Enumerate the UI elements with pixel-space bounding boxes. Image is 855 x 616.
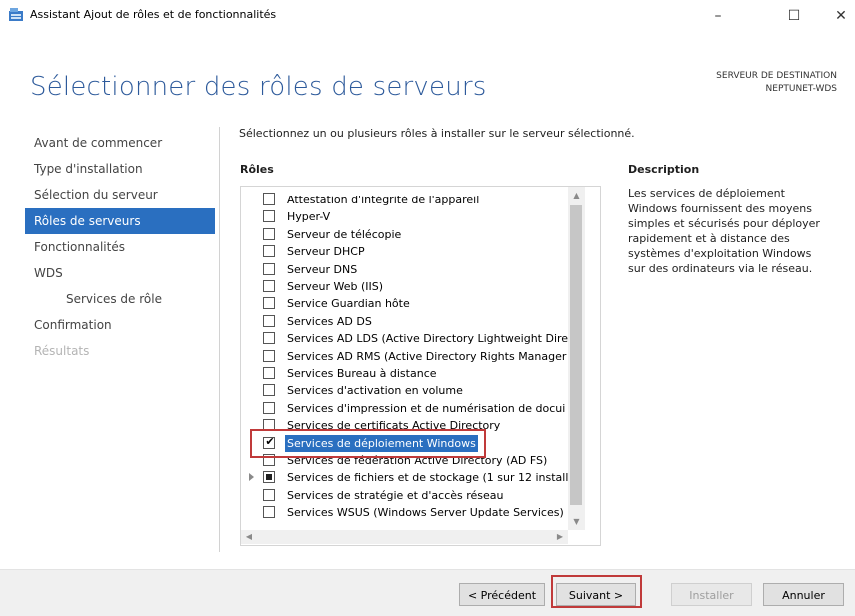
- destination-server-name: NEPTUNET-WDS: [765, 84, 837, 94]
- nav-step-resultats: Résultats: [34, 344, 90, 358]
- role-label: Serveur Web (IIS): [287, 280, 384, 293]
- role-label: Services d'activation en volume: [287, 384, 463, 398]
- title-bar: Assistant Ajout de rôles et de fonctionn…: [0, 0, 855, 32]
- role-row[interactable]: Services AD LDS (Active Directory Lightw…: [241, 330, 569, 347]
- minimize-button[interactable]: –: [703, 4, 733, 28]
- role-label: Attestation d'intégrité de l'appareil: [287, 193, 480, 206]
- nav-divider: [219, 127, 220, 552]
- server-manager-icon: [9, 8, 23, 21]
- role-checkbox[interactable]: [263, 332, 275, 345]
- nav-step-services-de-role[interactable]: Services de rôle: [25, 286, 215, 312]
- role-checkbox[interactable]: [263, 384, 275, 397]
- previous-button[interactable]: < Précédent: [459, 583, 545, 606]
- nav-step-roles-serveurs[interactable]: Rôles de serveurs: [25, 208, 215, 234]
- role-label: Serveur DNS: [287, 262, 358, 276]
- role-row[interactable]: Services d'activation en volume: [241, 382, 567, 399]
- role-checkbox[interactable]: [263, 245, 275, 258]
- role-row[interactable]: Services de fichiers et de stockage (1 s…: [241, 469, 575, 486]
- roles-horizontal-scrollbar[interactable]: ◀ ▶: [241, 530, 568, 544]
- role-row[interactable]: Services de fédération Active Directory …: [241, 452, 567, 469]
- role-checkbox[interactable]: [263, 488, 275, 501]
- role-label: Services de déploiement Windows: [285, 434, 478, 452]
- role-checkbox[interactable]: [263, 314, 275, 327]
- role-row[interactable]: Service Guardian hôte: [241, 295, 567, 312]
- role-row[interactable]: Services AD RMS (Active Directory Rights…: [241, 348, 567, 365]
- role-label: Services Bureau à distance: [287, 367, 437, 380]
- role-label: Hyper-V: [287, 210, 331, 224]
- role-checkbox[interactable]: [263, 280, 275, 292]
- description-text: Les services de déploiement Windows four…: [628, 187, 820, 275]
- nav-step-confirmation[interactable]: Confirmation: [25, 312, 215, 338]
- nav-step-avant-de-commencer[interactable]: Avant de commencer: [25, 130, 215, 156]
- roles-vertical-scrollbar[interactable]: ▲ ▼: [568, 187, 585, 530]
- role-checkbox[interactable]: [263, 401, 275, 414]
- instruction-text: Sélectionnez un ou plusieurs rôles à ins…: [239, 127, 635, 140]
- role-label: Services AD DS: [287, 314, 372, 328]
- role-label: Serveur de télécopie: [287, 227, 402, 241]
- destination-label: SERVEUR DE DESTINATION: [716, 71, 837, 81]
- role-checkbox[interactable]: [263, 454, 275, 466]
- expand-arrow-icon[interactable]: [249, 473, 254, 482]
- role-checkbox[interactable]: [263, 419, 275, 432]
- role-checkbox[interactable]: [263, 262, 275, 275]
- next-button[interactable]: Suivant >: [556, 583, 636, 606]
- wizard-steps-nav: Avant de commencer Type d'installation S…: [25, 130, 215, 364]
- role-row[interactable]: ✔ Services de déploiement Windows: [241, 434, 567, 452]
- scroll-left-icon[interactable]: ◀: [241, 530, 257, 544]
- role-label: Services de stratégie et d'accès réseau: [287, 488, 504, 502]
- destination-server: SERVEUR DE DESTINATION NEPTUNET-WDS: [716, 70, 837, 96]
- scroll-thumb[interactable]: [570, 205, 582, 505]
- description-header: Description: [628, 163, 700, 176]
- role-label: Service Guardian hôte: [287, 297, 410, 311]
- wizard-footer: < Précédent Suivant > Installer Annuler: [0, 569, 855, 616]
- nav-step-type-installation[interactable]: Type d'installation: [25, 156, 215, 182]
- maximize-button[interactable]: ☐: [779, 4, 809, 28]
- role-row[interactable]: Services de stratégie et d'accès réseau: [241, 487, 567, 504]
- role-row[interactable]: Services WSUS (Windows Server Update Ser…: [241, 504, 567, 521]
- role-checkbox[interactable]: [263, 506, 275, 519]
- role-row[interactable]: Serveur DHCP: [241, 243, 567, 260]
- role-checkbox[interactable]: [263, 210, 275, 223]
- nav-step-wds[interactable]: WDS: [25, 260, 215, 286]
- install-button: Installer: [671, 583, 752, 606]
- nav-step-selection-serveur[interactable]: Sélection du serveur: [25, 182, 215, 208]
- nav-step-fonctionnalites[interactable]: Fonctionnalités: [25, 234, 215, 260]
- role-label: Services de fichiers et de stockage (1 s…: [287, 471, 576, 485]
- role-label: Services de certificats Active Directory: [287, 419, 501, 433]
- role-row[interactable]: Services AD DS: [241, 313, 567, 330]
- role-row[interactable]: Attestation d'intégrité de l'appareil: [241, 191, 567, 208]
- roles-list[interactable]: Attestation d'intégrité de l'appareil Hyp…: [240, 186, 601, 546]
- page-title: Sélectionner des rôles de serveurs: [30, 72, 487, 102]
- role-checkbox[interactable]: [263, 227, 275, 240]
- role-checkbox[interactable]: [263, 349, 275, 362]
- role-row[interactable]: Hyper-V: [241, 208, 567, 225]
- roles-header: Rôles: [240, 163, 274, 176]
- scroll-down-icon[interactable]: ▼: [568, 513, 585, 530]
- role-label: Serveur DHCP: [287, 245, 365, 259]
- role-row[interactable]: Services d'impression et de numérisation…: [241, 400, 567, 417]
- role-row[interactable]: Services de certificats Active Directory: [241, 417, 567, 434]
- role-label: Services de fédération Active Directory …: [287, 454, 548, 467]
- scroll-up-icon[interactable]: ▲: [568, 187, 585, 204]
- cancel-button[interactable]: Annuler: [763, 583, 844, 606]
- role-label: Services AD RMS (Active Directory Rights…: [287, 349, 567, 363]
- role-label: Services AD LDS (Active Directory Lightw…: [287, 332, 569, 346]
- role-label: Services d'impression et de numérisation…: [287, 401, 566, 415]
- window-title: Assistant Ajout de rôles et de fonctionn…: [30, 8, 277, 21]
- role-checkbox[interactable]: [263, 297, 275, 310]
- role-checkbox[interactable]: [263, 471, 275, 484]
- close-button[interactable]: ✕: [826, 4, 855, 28]
- role-checkbox[interactable]: ✔: [263, 434, 275, 449]
- role-label: Services WSUS (Windows Server Update Ser…: [287, 506, 564, 520]
- role-row[interactable]: Serveur Web (IIS): [241, 278, 567, 295]
- scroll-right-icon[interactable]: ▶: [552, 530, 568, 544]
- checkmark-icon: ✔: [265, 434, 275, 448]
- role-checkbox[interactable]: [263, 193, 275, 205]
- role-row[interactable]: Serveur de télécopie: [241, 226, 567, 243]
- role-row[interactable]: Services Bureau à distance: [241, 365, 567, 382]
- role-checkbox[interactable]: [263, 367, 275, 379]
- role-row[interactable]: Serveur DNS: [241, 261, 567, 278]
